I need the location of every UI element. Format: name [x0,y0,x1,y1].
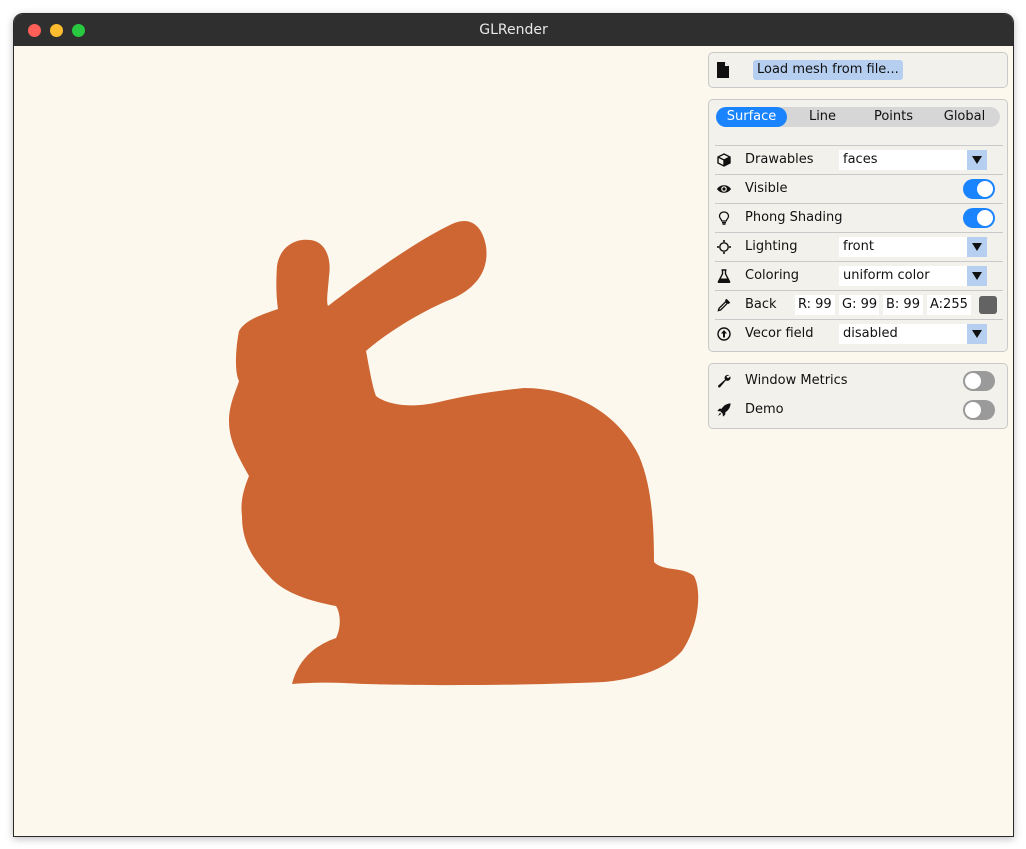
sun-icon [717,240,731,254]
chevron-down-icon[interactable] [967,266,987,286]
tab-surface[interactable]: Surface [716,107,787,127]
back-label: Back [745,297,777,312]
tab-line[interactable]: Line [787,107,858,127]
coloring-label: Coloring [745,268,800,283]
lightbulb-icon [718,211,730,225]
chevron-down-icon[interactable] [967,237,987,257]
rocket-icon [717,403,731,417]
back-a-field[interactable]: A:255 [927,295,971,315]
vector-field-select[interactable]: disabled [839,324,987,344]
eyedropper-icon [717,298,731,312]
back-r-field[interactable]: R: 99 [795,295,835,315]
vector-field-label: Vecor field [745,326,814,341]
wrench-icon [717,374,731,388]
phong-toggle[interactable] [963,208,995,228]
file-icon [717,62,729,78]
back-b-field[interactable]: B: 99 [883,295,923,315]
load-mesh-button[interactable]: Load mesh from file... [753,60,903,80]
flask-icon [717,269,731,283]
back-g-field[interactable]: G: 99 [839,295,879,315]
tab-points[interactable]: Points [858,107,929,127]
window-title: GLRender [479,22,548,38]
visible-row: Visible [715,174,1003,203]
file-panel: Load mesh from file... [708,52,1008,88]
surface-settings-panel: Surface Line Points Global Drawables fac… [708,99,1008,352]
lighting-label: Lighting [745,239,798,254]
drawables-row: Drawables faces [715,145,1003,174]
phong-label: Phong Shading [745,210,843,225]
visible-label: Visible [745,181,788,196]
demo-row: Demo [715,396,1003,424]
title-bar: GLRender [14,14,1013,46]
back-color-row: Back R: 99 G: 99 B: 99 A:255 [715,290,1003,319]
arrow-up-circle-icon [717,327,731,341]
window-metrics-row: Window Metrics [715,367,1003,395]
drawables-label: Drawables [745,152,814,167]
vector-field-row: Vecor field disabled [715,319,1003,348]
visible-toggle[interactable] [963,179,995,199]
demo-label: Demo [745,402,784,417]
coloring-value: uniform color [843,268,930,283]
cube-icon [717,153,731,167]
vector-field-value: disabled [843,326,898,341]
drawables-value: faces [843,152,878,167]
window-metrics-label: Window Metrics [745,373,848,388]
coloring-row: Coloring uniform color [715,261,1003,290]
drawables-select[interactable]: faces [839,150,987,170]
chevron-down-icon[interactable] [967,150,987,170]
coloring-select[interactable]: uniform color [839,266,987,286]
chevron-down-icon[interactable] [967,324,987,344]
settings-tabs: Surface Line Points Global [716,107,1000,127]
back-color-swatch[interactable] [979,296,997,314]
phong-row: Phong Shading [715,203,1003,232]
tab-global[interactable]: Global [929,107,1000,127]
app-window: GLRender Load mesh from file... Surface … [13,13,1014,837]
lighting-value: front [843,239,874,254]
demo-toggle[interactable] [963,400,995,420]
render-viewport[interactable]: Load mesh from file... Surface Line Poin… [14,46,1013,836]
eye-icon [717,185,731,193]
lighting-select[interactable]: front [839,237,987,257]
misc-panel: Window Metrics Demo [708,363,1008,429]
lighting-row: Lighting front [715,232,1003,261]
window-metrics-toggle[interactable] [963,371,995,391]
